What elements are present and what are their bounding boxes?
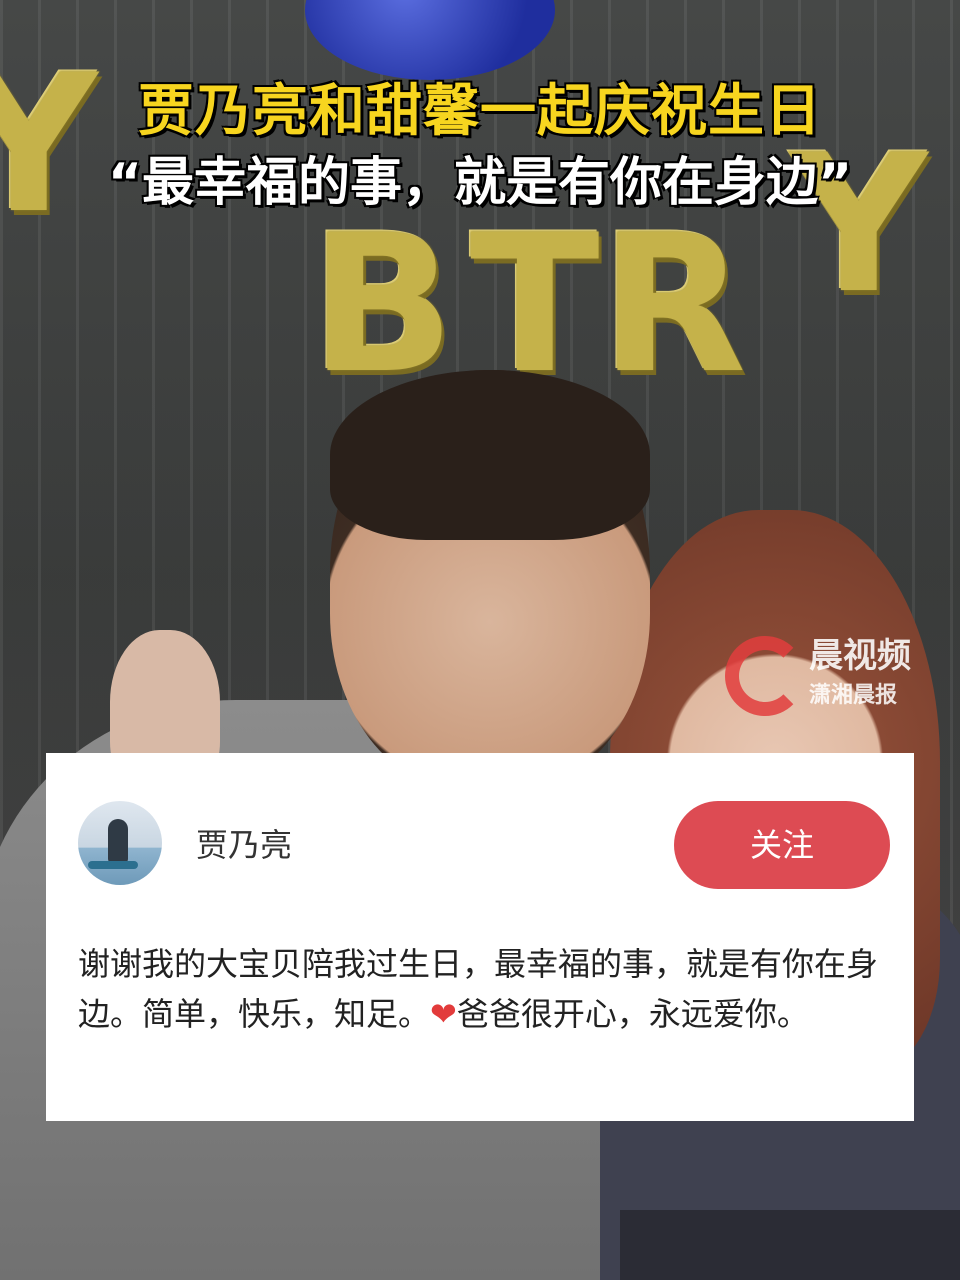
man-hair <box>330 370 650 540</box>
blurred-object <box>620 1210 960 1280</box>
username[interactable]: 贾乃亮 <box>196 825 292 865</box>
watermark-source: 潇湘晨报 <box>809 683 898 708</box>
post-card: 贾乃亮 关注 谢谢我的大宝贝陪我过生日，最幸福的事，就是有你在身边。简单，快乐，… <box>46 753 914 1121</box>
post-text: 谢谢我的大宝贝陪我过生日，最幸福的事，就是有你在身边。简单，快乐，知足。❤爸爸很… <box>78 939 894 1039</box>
watermark-brand: 晨视频 <box>809 636 911 676</box>
caption-quote: “最幸福的事，就是有你在身边” <box>107 153 853 213</box>
c-logo-icon <box>725 636 805 716</box>
avatar-child-figure <box>108 819 128 863</box>
avatar-skateboard <box>88 861 138 869</box>
video-caption: 贾乃亮和甜馨一起庆祝生日 “最幸福的事，就是有你在身边” <box>0 78 960 216</box>
watermark: 晨视频 潇湘晨报 <box>725 632 945 722</box>
heart-icon: ❤ <box>430 995 457 1033</box>
caption-title: 贾乃亮和甜馨一起庆祝生日 <box>138 79 822 144</box>
post-text-end: 爸爸很开心，永远爱你。 <box>456 995 809 1033</box>
balloon-letter: R <box>600 194 747 415</box>
balloon-letter: B <box>310 194 455 415</box>
blue-balloon <box>305 0 555 80</box>
avatar[interactable] <box>78 801 162 885</box>
follow-button[interactable]: 关注 <box>674 801 890 889</box>
